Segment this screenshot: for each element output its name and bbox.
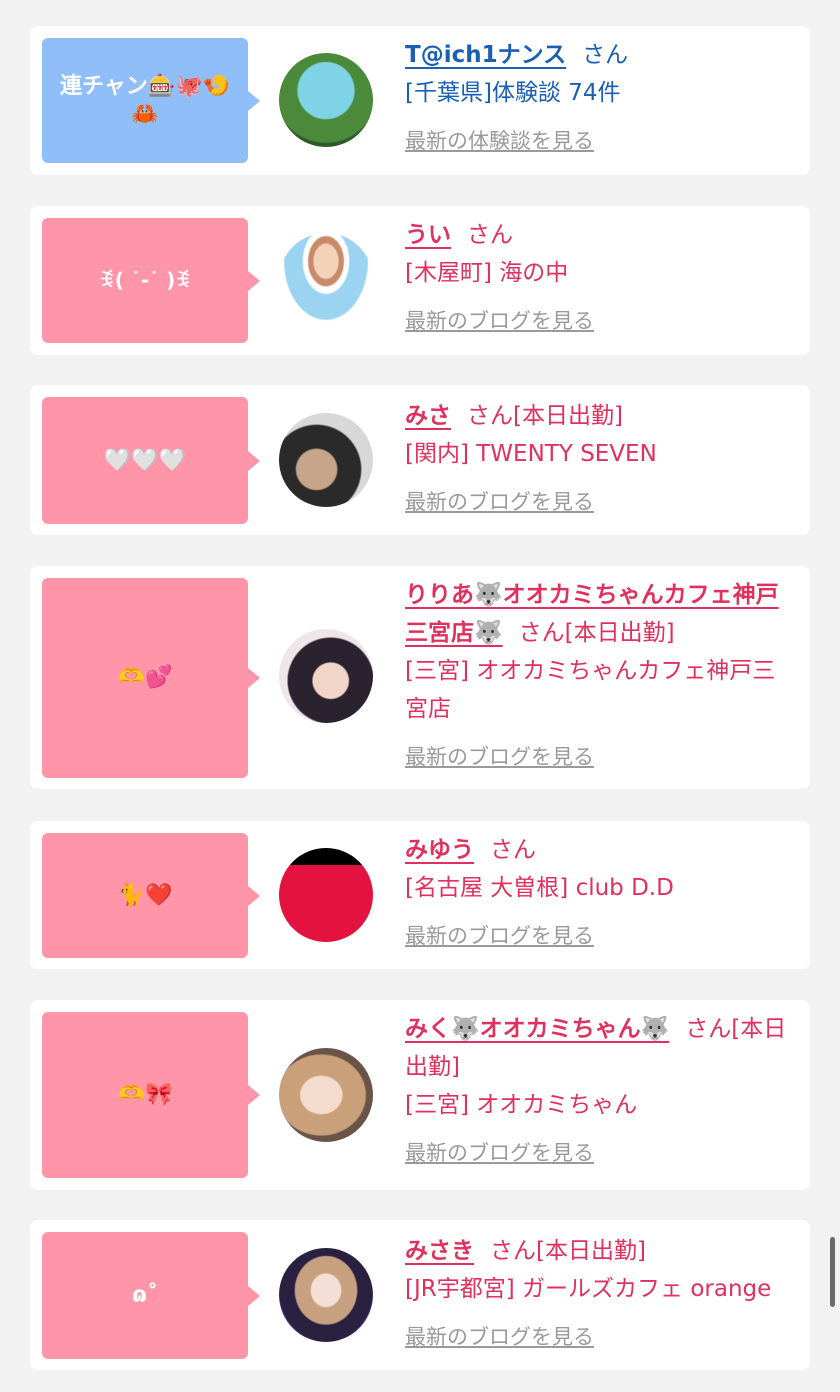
avatar[interactable] [279,848,373,942]
honorific: さん [685,1016,732,1042]
post-card[interactable]: 🤍🤍🤍 みさ さん[本日出勤] [関内] TWENTY SEVEN 最新のブログを… [30,385,810,535]
latest-post-link[interactable]: 最新のブログを見る [405,1141,594,1165]
location-line: [関内] TWENTY SEVEN [405,441,657,467]
user-name-link[interactable]: みさ [405,403,451,429]
avatar[interactable] [279,53,373,147]
location-line: [千葉県]体験談 74件 [405,80,621,106]
post-card[interactable]: 連チャン🎰🐙🍤🦀 T@ich1ナンス さん [千葉県]体験談 74件 最新の体験談… [30,26,810,175]
location-line: [三宮] オオカミちゃんカフェ神戸三宮店 [405,658,776,722]
avatar[interactable] [279,629,373,723]
message-bubble: 🤍🤍🤍 [42,397,260,524]
avatar[interactable] [279,1248,373,1342]
message-bubble: 🫶🎀 [42,1012,260,1178]
avatar[interactable] [279,413,373,507]
bubble-text: 連チャン🎰🐙🍤🦀 [60,74,230,127]
status-badge: [本日出勤] [564,620,675,646]
honorific: さん [467,222,513,248]
latest-post-link[interactable]: 最新のブログを見る [405,309,594,333]
bubble-text: ꉂ( ˙-˙ )ꉂ [99,268,191,292]
post-card[interactable]: ꉂ( ˙-˙ )ꉂ うい さん [木屋町] 海の中 最新のブログを見る [30,206,810,355]
avatar[interactable] [279,233,373,327]
user-name-link[interactable]: みさき [405,1238,474,1264]
honorific: さん [490,837,536,863]
bubble-text: 🫶💕 [117,665,173,691]
location-line: [三宮] オオカミちゃん [405,1092,638,1118]
message-bubble: 連チャン🎰🐙🍤🦀 [42,38,260,163]
honorific: さん [467,403,513,429]
message-bubble: 🫶💕 [42,578,260,778]
post-card[interactable]: 🫶🎀 みく🐺オオカミちゃん🐺 さん[本日出勤] [三宮] オオカミちゃん 最新のブ… [30,1000,810,1190]
bubble-text: 🐈❤️ [117,882,173,908]
honorific: さん [490,1238,536,1264]
status-badge: [本日出勤] [513,403,623,429]
latest-post-link[interactable]: 最新のブログを見る [405,1325,594,1349]
location-line: [JR宇都宮] ガールズカフェ orange [405,1276,772,1302]
user-name-link[interactable]: みく🐺オオカミちゃん🐺 [405,1016,669,1042]
latest-post-link[interactable]: 最新のブログを見る [405,745,594,769]
latest-post-link[interactable]: 最新のブログを見る [405,924,594,948]
location-line: [木屋町] 海の中 [405,260,569,286]
user-name-link[interactable]: みゆう [405,837,474,863]
bubble-text: 🫶🎀 [117,1082,173,1108]
honorific: さん [518,620,565,646]
latest-post-link[interactable]: 最新のブログを見る [405,490,594,514]
avatar[interactable] [279,1048,373,1142]
post-card[interactable]: ɷ˚ みさき さん[本日出勤] [JR宇都宮] ガールズカフェ orange 最新… [30,1220,810,1370]
bubble-text: 🤍🤍🤍 [103,447,187,473]
user-name-link[interactable]: T@ich1ナンス [405,42,566,68]
honorific: さん [582,42,629,68]
message-bubble: ꉂ( ˙-˙ )ꉂ [42,218,260,343]
location-line: [名古屋 大曽根] club D.D [405,875,674,901]
scrollbar[interactable] [830,1237,835,1307]
status-badge: [本日出勤] [536,1238,646,1264]
latest-post-link[interactable]: 最新の体験談を見る [405,129,594,153]
bubble-text: ɷ˚ [132,1282,158,1308]
post-card[interactable]: 🐈❤️ みゆう さん [名古屋 大曽根] club D.D 最新のブログを見る [30,821,810,969]
message-bubble: ɷ˚ [42,1232,260,1359]
user-name-link[interactable]: うい [405,222,451,248]
post-card[interactable]: 🫶💕 りりあ🐺オオカミちゃんカフェ神戸三宮店🐺 さん[本日出勤] [三宮] オオカ… [30,566,810,789]
message-bubble: 🐈❤️ [42,833,260,958]
